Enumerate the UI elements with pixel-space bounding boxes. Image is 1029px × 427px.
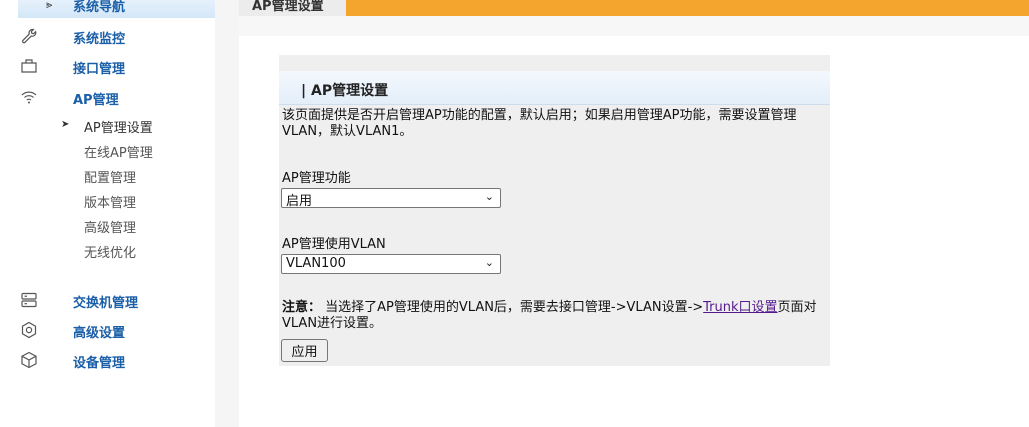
sidebar-item-ap[interactable]: AP管理 xyxy=(18,86,215,108)
ap-settings-panel: | AP管理设置 该页面提供是否开启管理AP功能的配置，默认启用；如果启用管理A… xyxy=(279,55,830,366)
folder-icon xyxy=(21,59,37,73)
sub-item-ap-settings[interactable]: AP管理设置 xyxy=(84,117,153,136)
wifi-icon xyxy=(21,91,37,104)
chevron-down-icon: ⌄ xyxy=(484,190,494,203)
sidebar-item-device[interactable]: 设备管理 xyxy=(18,349,215,371)
apply-button[interactable]: 应用 xyxy=(281,339,328,362)
sidebar-item-label: 高级设置 xyxy=(73,326,126,341)
ap-function-select[interactable]: 启用 ⌄ xyxy=(281,188,501,209)
tab-label: AP管理设置 xyxy=(252,0,324,14)
cube-icon xyxy=(21,351,37,369)
sub-arrow-icon: ➤ xyxy=(61,119,70,130)
chevron-down-icon: ⌄ xyxy=(484,256,494,269)
sidebar-item-system-monitor[interactable]: 系统监控 xyxy=(18,25,215,47)
trunk-port-settings-link[interactable]: Trunk口设置 xyxy=(703,300,777,315)
sub-item-online-ap[interactable]: 在线AP管理 xyxy=(84,142,153,161)
ap-function-value: 启用 xyxy=(286,194,313,209)
sidebar-item-label: 交换机管理 xyxy=(73,296,139,311)
tab-bar xyxy=(239,0,1029,16)
ap-vlan-select[interactable]: VLAN100 ⌄ xyxy=(281,254,501,274)
panel-title-bar: | AP管理设置 xyxy=(279,71,830,105)
app-root: ⪢ 系统导航 系统监控 接口管理 AP管理 ➤ AP管理设置 在线AP管理 配置… xyxy=(0,0,1029,427)
sidebar-item-label: AP管理 xyxy=(73,93,119,108)
sidebar-separator xyxy=(215,0,239,427)
nav-header-label: 系统导航 xyxy=(73,0,126,15)
sub-item-version[interactable]: 版本管理 xyxy=(84,192,136,211)
wrench-icon xyxy=(22,28,37,44)
hexagon-icon xyxy=(21,321,37,339)
ap-vlan-label: AP管理使用VLAN xyxy=(282,237,386,252)
panel-title: | AP管理设置 xyxy=(301,83,389,99)
panel-description: 该页面提供是否开启管理AP功能的配置，默认启用；如果启用管理AP功能，需要设置管… xyxy=(282,108,797,139)
sub-item-wireless-opt[interactable]: 无线优化 xyxy=(84,242,136,261)
tab-ap-settings[interactable]: AP管理设置 xyxy=(239,0,346,16)
sidebar-item-switch[interactable]: 交换机管理 xyxy=(18,289,215,311)
sub-item-config[interactable]: 配置管理 xyxy=(84,167,136,186)
sidebar-item-label: 系统监控 xyxy=(73,32,126,47)
content-top-strip xyxy=(239,16,1029,36)
ap-function-label: AP管理功能 xyxy=(282,171,351,186)
ap-vlan-value: VLAN100 xyxy=(286,256,346,271)
panel-note: 注意： 当选择了AP管理使用的VLAN后，需要去接口管理->VLAN设置->Tr… xyxy=(282,300,830,332)
sidebar-item-label: 接口管理 xyxy=(73,62,126,77)
sidebar-item-label: 设备管理 xyxy=(73,356,126,371)
sidebar-item-interface[interactable]: 接口管理 xyxy=(18,55,215,77)
sidebar-nav-header[interactable]: ⪢ 系统导航 xyxy=(18,0,215,18)
nav-arrow-icon: ⪢ xyxy=(46,0,53,11)
server-icon xyxy=(21,292,37,308)
note-prefix: 注意： xyxy=(282,300,322,315)
sidebar-item-advanced-settings[interactable]: 高级设置 xyxy=(18,319,215,341)
sub-item-advanced[interactable]: 高级管理 xyxy=(84,217,136,236)
note-text: 当选择了AP管理使用的VLAN后，需要去接口管理->VLAN设置-> xyxy=(321,300,704,315)
